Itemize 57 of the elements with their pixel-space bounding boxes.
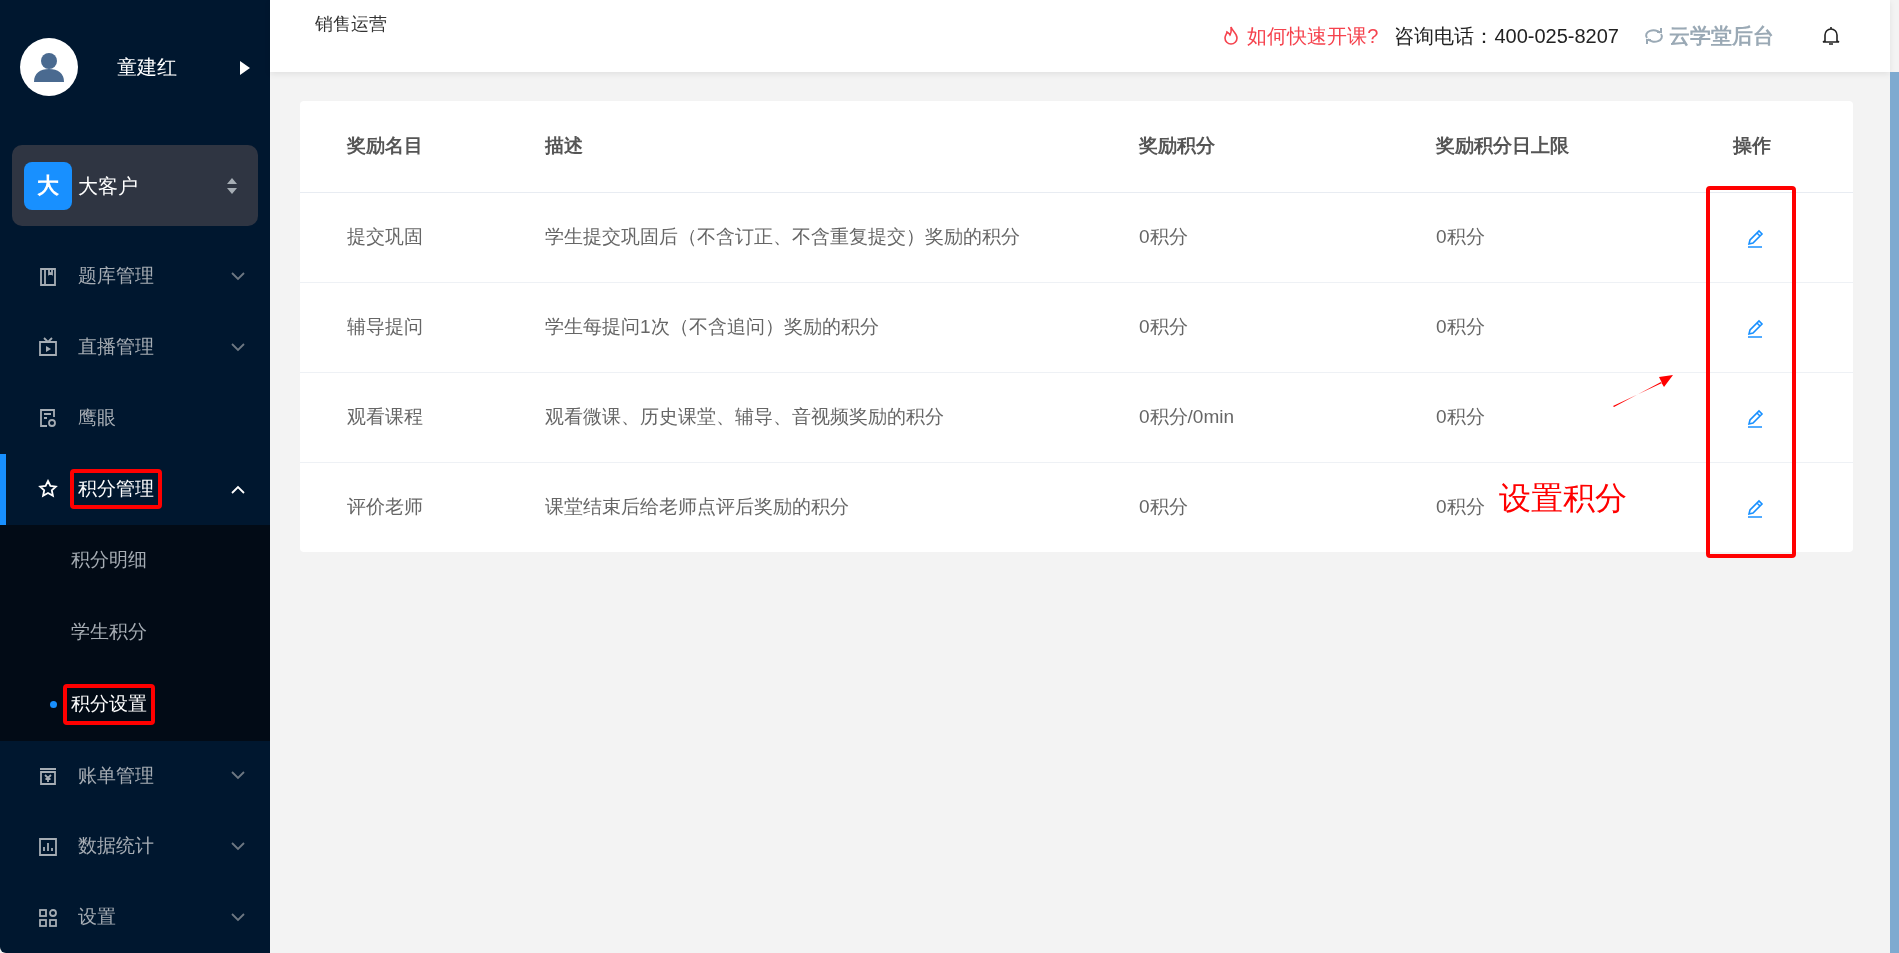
avatar[interactable] [20,38,78,97]
chevron-down-icon [231,771,245,781]
chevron-up-icon [231,484,245,494]
bar-chart-icon [38,836,58,857]
tenant-switcher[interactable]: 大 大客户 [12,144,258,227]
table-cell: 辅导提问 [347,315,423,337]
table-cell: 0积分 [1436,315,1485,337]
chevron-down-icon [231,913,245,923]
table-cell: 0积分 [1139,315,1188,337]
sidebar-menu-item[interactable]: 鹰眼 [0,382,270,454]
chevron-down-icon [231,342,245,352]
phone-number: 咨询电话：400-025-8207 [1394,24,1619,49]
sidebar-menu-item[interactable]: 账单管理 [0,740,270,812]
book-icon [38,266,58,287]
table-cell: 0积分/0min [1139,405,1235,427]
tenant-logo: 大 [24,161,72,210]
document-eye-icon [38,408,58,429]
table-cell: 0积分 [1436,496,1485,517]
sidebar-menu-item[interactable]: 设置 [0,882,270,953]
grid-icon [38,907,58,928]
submenu-item[interactable]: 积分明细 [0,524,270,597]
sidebar-menu-item[interactable]: 积分管理 [0,453,270,525]
help-link[interactable]: 如何快速开课? [1223,21,1379,51]
column-header: 奖励积分日上限 [1389,101,1686,192]
submenu-item[interactable]: 积分设置 [0,668,270,741]
column-header: 奖励积分 [1092,101,1389,192]
table-cell: 学生提交巩固后（不含订正、不含重复提交）奖励的积分 [545,225,1020,247]
column-header: 操作 [1686,101,1853,192]
table-cell: 0积分 [1436,225,1485,247]
sidebar-menu-item[interactable]: 数据统计 [0,811,270,883]
table-cell: 0积分 [1436,405,1485,427]
table-cell: 学生每提问1次（不含追问）奖励的积分 [545,315,879,337]
breadcrumb-title: 销售运营 [315,12,387,36]
bill-icon [38,765,58,786]
tv-icon [38,337,58,358]
star-icon [38,479,58,500]
annotation-arrow [1612,375,1674,407]
table-cell: 0积分 [1139,496,1188,517]
bell-icon[interactable] [1822,26,1840,46]
expand-arrow-icon[interactable] [240,61,250,76]
sidebar-menu-item[interactable]: 直播管理 [0,312,270,383]
submenu-item[interactable]: 学生积分 [0,596,270,669]
table-cell: 观看课程 [347,405,423,427]
chevron-down-icon [231,272,245,282]
refresh-icon [1643,27,1665,45]
chevron-down-icon [231,842,245,852]
flame-icon [1223,26,1240,46]
table-cell: 0积分 [1139,225,1188,247]
sidebar-menu-item[interactable]: 题库管理 [0,241,270,312]
annotation-text: 设置积分 [1499,479,1627,518]
table-cell: 课堂结束后给老师点评后奖励的积分 [545,496,849,517]
table-cell: 提交巩固 [347,225,423,247]
table-cell: 观看微课、历史课堂、辅导、音视频奖励的积分 [545,405,944,427]
column-header: 奖励名目 [300,101,498,192]
column-header: 描述 [498,101,1092,192]
table-cell: 评价老师 [347,496,423,517]
user-name: 童建红 [117,55,177,81]
